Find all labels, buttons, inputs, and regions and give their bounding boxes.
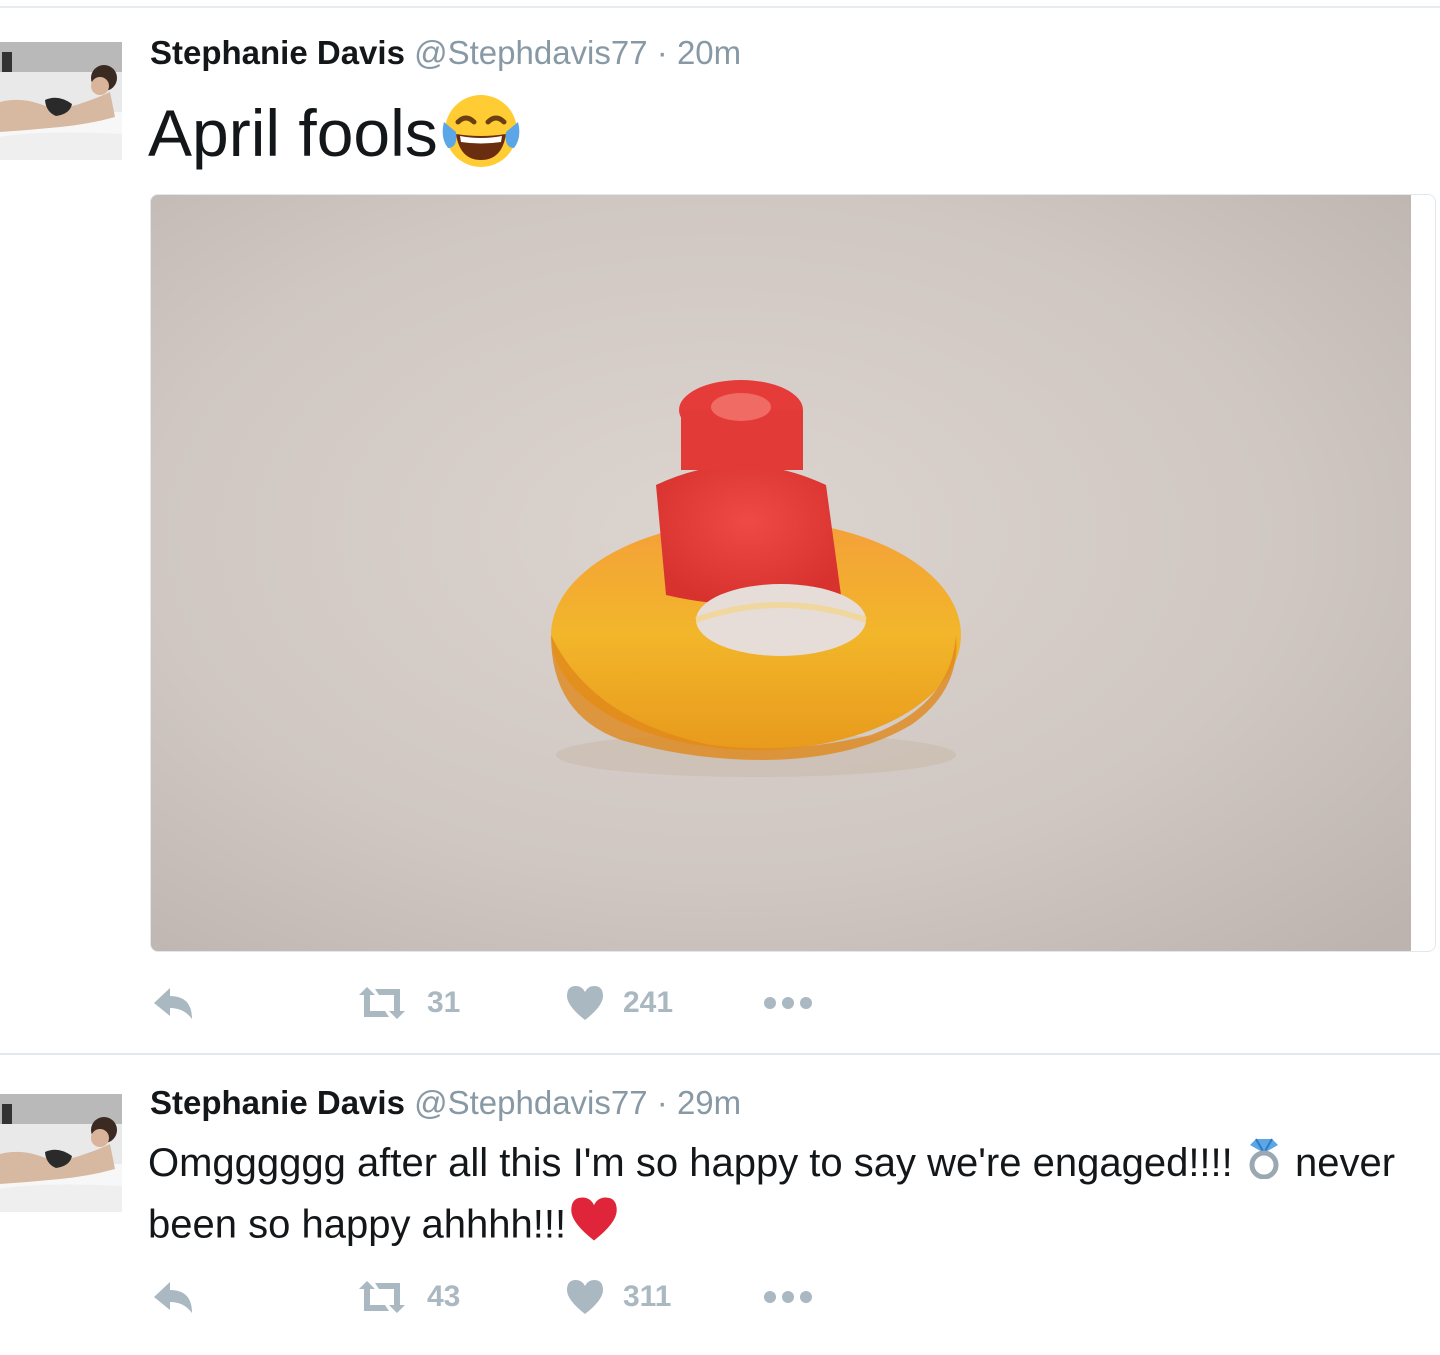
retweet-count: 43 <box>427 1280 461 1313</box>
tweet-actions: 43 311 <box>150 1272 950 1322</box>
retweet-icon <box>355 983 409 1023</box>
author-handle[interactable]: @Stephdavis77 <box>414 1084 647 1121</box>
tweet[interactable]: Stephanie Davis @Stephdavis77 · 20m Apri… <box>0 0 1440 1055</box>
avatar-photo <box>0 42 122 160</box>
author-handle[interactable]: @Stephdavis77 <box>414 34 647 71</box>
avatar[interactable] <box>0 1094 122 1212</box>
timestamp[interactable]: 20m <box>677 34 741 71</box>
more-button[interactable] <box>762 978 814 1028</box>
tweet[interactable]: Stephanie Davis @Stephdavis77 · 29m Omgg… <box>0 1060 1440 1355</box>
heart-icon <box>565 984 605 1022</box>
tweet-text-body: April fools <box>148 95 438 170</box>
tweet-text-part-1: Omgggggg after all this I'm so happy to … <box>148 1141 1244 1185</box>
more-icon <box>762 995 814 1011</box>
avatar[interactable] <box>0 42 122 160</box>
reply-icon <box>150 983 196 1023</box>
like-count: 311 <box>623 1280 672 1313</box>
separator-dot: · <box>656 34 668 71</box>
more-icon <box>762 1289 814 1305</box>
face-with-tears-of-joy-icon <box>438 92 524 185</box>
separator-dot: · <box>656 1084 668 1121</box>
avatar-photo <box>0 1094 122 1212</box>
retweet-count: 31 <box>427 986 461 1019</box>
like-count: 241 <box>623 986 674 1019</box>
retweet-button[interactable]: 31 <box>355 978 460 1028</box>
more-button[interactable] <box>762 1272 814 1322</box>
tweet-header: Stephanie Davis @Stephdavis77 · 29m <box>150 1084 741 1122</box>
like-button[interactable]: 241 <box>565 978 673 1028</box>
tweet-text: April fools <box>148 92 524 185</box>
timestamp[interactable]: 29m <box>677 1084 741 1121</box>
ring-icon <box>1244 1135 1284 1195</box>
media-photo-gummy-ring <box>151 195 1411 951</box>
tweet-divider <box>0 1053 1440 1055</box>
tweet-text: Omgggggg after all this I'm so happy to … <box>148 1134 1440 1259</box>
author-name[interactable]: Stephanie Davis <box>150 34 405 71</box>
retweet-button[interactable]: 43 <box>355 1272 460 1322</box>
reply-icon <box>150 1277 196 1317</box>
tweet-actions: 31 241 <box>150 978 950 1028</box>
reply-button[interactable] <box>150 978 196 1028</box>
like-button[interactable]: 311 <box>565 1272 671 1322</box>
reply-button[interactable] <box>150 1272 196 1322</box>
red-heart-icon <box>566 1195 622 1259</box>
author-name[interactable]: Stephanie Davis <box>150 1084 405 1121</box>
retweet-icon <box>355 1277 409 1317</box>
tweet-header: Stephanie Davis @Stephdavis77 · 20m <box>150 34 741 72</box>
heart-icon <box>565 1278 605 1316</box>
tweet-media[interactable] <box>150 194 1436 952</box>
